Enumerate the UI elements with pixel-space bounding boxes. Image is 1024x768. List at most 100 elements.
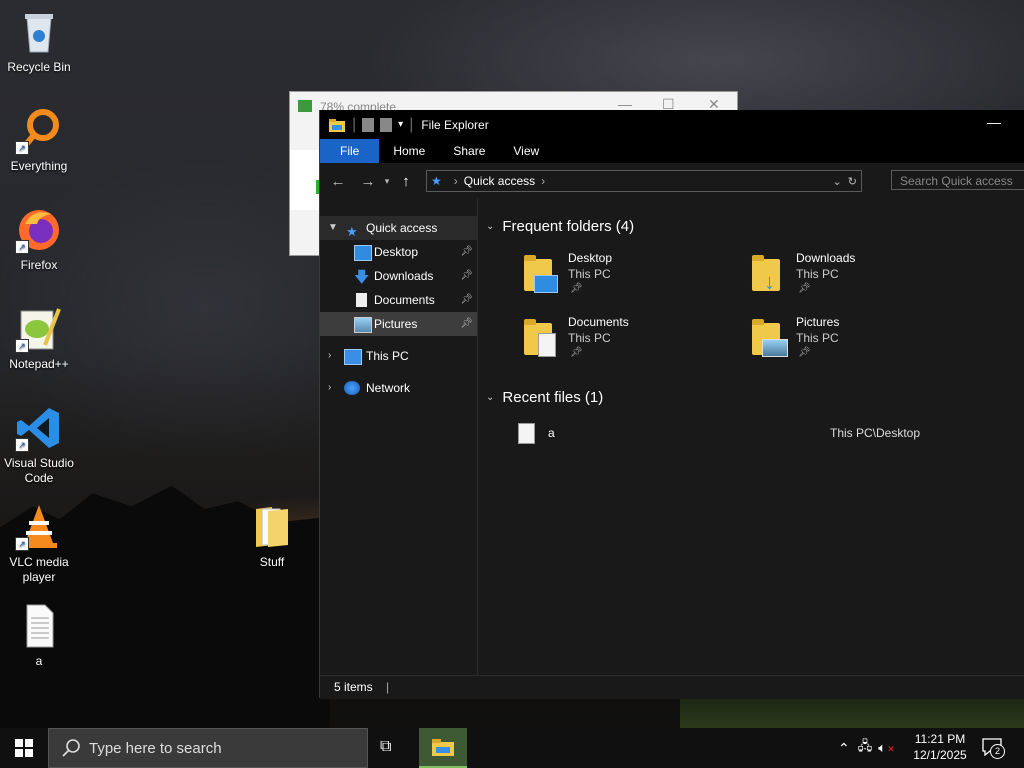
clock[interactable]: 11:21 PM 12/1/2025 (905, 731, 975, 763)
document-icon (356, 293, 367, 307)
shortcut-arrow-icon: ↗ (15, 537, 29, 551)
frequent-folder-downloads[interactable]: ↓ Downloads This PC 📌︎ (750, 251, 970, 307)
address-bar[interactable]: ★ › Quick access › ⌄ ↻ (426, 170, 862, 192)
system-tray: ⌃ 🖧︎ 🔈︎ ✕ (838, 728, 895, 768)
recent-file-name: a (548, 426, 555, 440)
download-arrow-icon: 🡇 (354, 269, 370, 286)
nav-item-label: Documents (374, 293, 435, 307)
notification-count-badge: 2 (990, 744, 1005, 759)
forward-arrow-icon[interactable]: → (356, 173, 380, 190)
vscode-icon: ↗ (15, 404, 63, 452)
expand-chevron-down-icon[interactable]: ▼ (328, 216, 338, 240)
desktop-wallpaper-grass (680, 695, 1024, 728)
nav-item-pictures[interactable]: Pictures 📌︎ (320, 312, 477, 336)
action-center-button[interactable]: 2 (982, 738, 1005, 759)
nav-item-desktop[interactable]: Desktop 📌︎ (320, 240, 477, 264)
refresh-icon[interactable]: ↻ (848, 176, 857, 188)
desktop-icon-vscode[interactable]: ↗ Visual Studio Code (0, 404, 79, 486)
up-arrow-icon[interactable]: ↑ (394, 173, 418, 190)
group-header-label: Frequent folders (4) (502, 218, 635, 235)
properties-icon[interactable] (362, 117, 375, 132)
nav-item-label: Downloads (374, 269, 434, 283)
nav-item-label: This PC (366, 349, 409, 363)
desktop-icon-vlc[interactable]: ↗ VLC media player (0, 503, 79, 585)
text-file-icon (518, 423, 535, 444)
taskbar-file-explorer-button[interactable] (419, 728, 467, 768)
new-folder-icon[interactable] (380, 117, 393, 132)
pin-icon: 📌︎ (570, 347, 583, 358)
content-pane: ⌄ Frequent folders (4) Desktop This PC 📌… (478, 199, 1024, 675)
folder-name: Desktop (568, 251, 613, 265)
pin-icon[interactable]: 📌︎ (460, 312, 473, 336)
network-status-icon[interactable]: 🖧︎ (858, 737, 873, 759)
frequent-folder-documents[interactable]: Documents This PC 📌︎ (522, 315, 742, 371)
customize-toolbar-dropdown-icon[interactable]: ▾ (398, 119, 403, 130)
tab-home[interactable]: Home (379, 139, 439, 163)
back-arrow-icon[interactable]: ← (326, 173, 350, 190)
desktop-icon-file-a[interactable]: a (0, 602, 79, 669)
desktop-icon-label: Recycle Bin (7, 60, 71, 74)
desktop-icon-folder-stuff[interactable]: Stuff (232, 503, 312, 570)
volume-muted-icon[interactable]: 🔈︎ ✕ (878, 740, 895, 756)
desktop-icon-label: a (35, 654, 43, 668)
desktop-icon-everything[interactable]: ↗ Everything (0, 107, 79, 174)
desktop-icon-label: Firefox (20, 258, 58, 272)
desktop-icon-firefox[interactable]: ↗ Firefox (0, 206, 79, 273)
minimize-button[interactable]: — (987, 114, 1001, 130)
search-input[interactable]: Search Quick access (891, 170, 1024, 190)
task-view-icon[interactable]: ⧉ (380, 738, 391, 756)
collapse-chevron-icon[interactable]: ⌄ (486, 221, 494, 232)
taskbar-search-box[interactable]: Type here to search (48, 728, 368, 768)
frequent-folder-desktop[interactable]: Desktop This PC 📌︎ (522, 251, 742, 307)
desktop-icon-notepad-plus-plus[interactable]: ↗ Notepad++ (0, 305, 79, 372)
recent-files-header[interactable]: ⌄ Recent files (1) (486, 389, 603, 406)
collapse-chevron-icon[interactable]: ⌄ (486, 392, 494, 403)
nav-item-network[interactable]: › Network (320, 376, 477, 400)
pin-icon: 📌︎ (798, 347, 811, 358)
breadcrumb-quick-access[interactable]: Quick access (464, 174, 535, 188)
text-file-icon (15, 602, 63, 650)
nav-item-quick-access[interactable]: ▼ ★ Quick access (320, 216, 477, 240)
breadcrumb-separator-icon[interactable]: › (454, 174, 458, 188)
ribbon-tabs: File Home Share View (320, 139, 1024, 163)
title-bar[interactable]: | ▾ | File Explorer — (320, 110, 1024, 139)
nav-item-documents[interactable]: Documents 📌︎ (320, 288, 477, 312)
nav-item-this-pc[interactable]: › This PC (320, 344, 477, 368)
recent-file-row[interactable]: a This PC\Desktop (514, 421, 1014, 445)
documents-folder-icon (522, 319, 558, 359)
address-dropdown-icon[interactable]: ⌄ (832, 176, 841, 188)
copy-icon (298, 100, 312, 112)
nav-item-label: Quick access (366, 221, 438, 235)
tab-share[interactable]: Share (439, 139, 499, 163)
group-header-label: Recent files (1) (502, 389, 604, 406)
tab-view[interactable]: View (499, 139, 553, 163)
folder-location: This PC (796, 331, 839, 345)
dialog-body (290, 150, 320, 210)
firefox-icon: ↗ (15, 206, 63, 254)
show-hidden-icons-chevron-icon[interactable]: ⌃ (838, 740, 850, 757)
notepad-plus-plus-icon: ↗ (15, 305, 63, 353)
shortcut-arrow-icon: ↗ (15, 141, 29, 155)
frequent-folders-header[interactable]: ⌄ Frequent folders (4) (486, 218, 634, 235)
expand-chevron-right-icon[interactable]: › (328, 376, 331, 400)
search-icon (62, 739, 80, 757)
nav-item-label: Desktop (374, 245, 419, 259)
file-explorer-window[interactable]: | ▾ | File Explorer — File Home Share Vi… (319, 110, 1024, 699)
shortcut-arrow-icon: ↗ (15, 339, 29, 353)
folder-name: Documents (568, 315, 629, 329)
breadcrumb-separator-icon[interactable]: › (541, 174, 545, 188)
frequent-folder-pictures[interactable]: Pictures This PC 📌︎ (750, 315, 970, 371)
expand-chevron-right-icon[interactable]: › (328, 344, 331, 368)
search-placeholder: Type here to search (89, 740, 222, 757)
item-count: 5 items (334, 680, 373, 694)
desktop-icon-recycle-bin[interactable]: Recycle Bin (0, 8, 79, 75)
pin-icon[interactable]: 📌︎ (460, 240, 473, 264)
recycle-bin-icon (15, 8, 63, 56)
pin-icon[interactable]: 📌︎ (460, 264, 473, 288)
pin-icon: 📌︎ (570, 283, 583, 294)
recent-locations-chevron-icon[interactable]: ▾ (380, 176, 394, 187)
tab-file[interactable]: File (320, 139, 380, 163)
pin-icon[interactable]: 📌︎ (460, 288, 473, 312)
nav-item-downloads[interactable]: 🡇 Downloads 📌︎ (320, 264, 477, 288)
start-button[interactable] (0, 728, 48, 768)
